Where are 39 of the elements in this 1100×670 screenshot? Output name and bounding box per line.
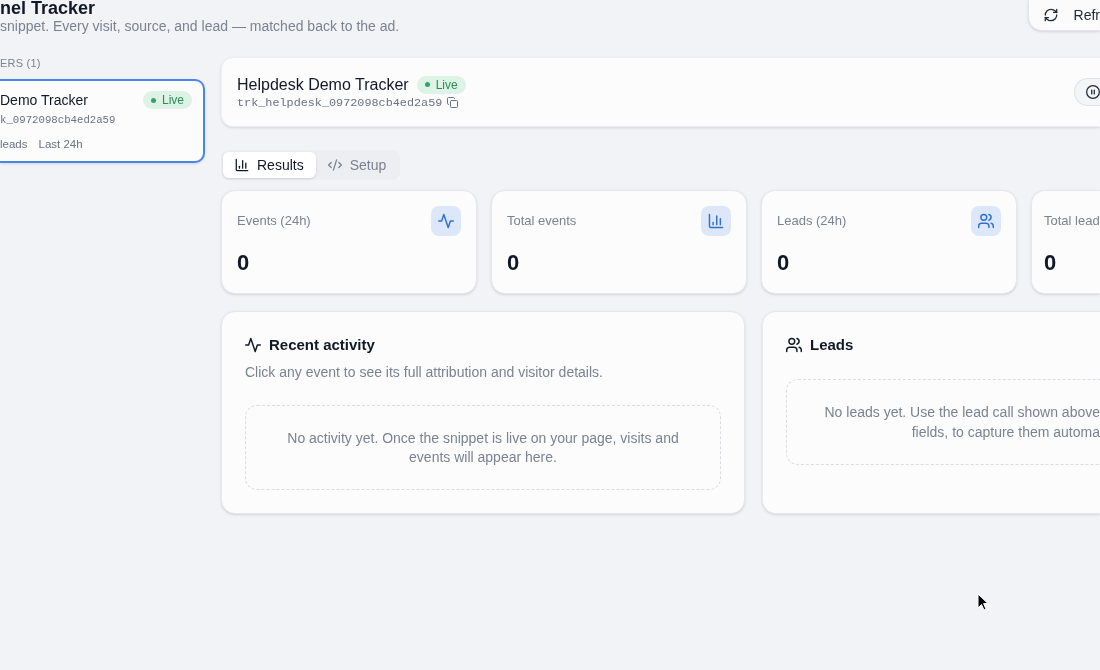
stat-value: 0 [1044, 250, 1058, 276]
stat-label: Leads (24h) [777, 213, 847, 229]
refresh-button[interactable]: Refr [1027, 0, 1100, 31]
tracker-stat: leads [0, 137, 28, 151]
tracker-title: Helpdesk Demo Tracker [237, 74, 409, 95]
bar-chart-icon [701, 206, 731, 236]
status-text: Live [162, 93, 184, 107]
section-heading: ERS (1) [0, 57, 42, 69]
bar-chart-icon [235, 158, 249, 172]
page-subtitle: snippet. Every visit, source, and lead — matched back to the ad. [0, 17, 400, 35]
stat-label: Total lead [1044, 213, 1100, 229]
stat-value: 0 [237, 250, 251, 276]
tab[interactable]: Results [223, 152, 316, 178]
tracker-card[interactable]: Demo Tracker Live k_0972098cb4ed2a59 leads Last 24h [0, 79, 205, 163]
refresh-icon [1043, 8, 1058, 22]
page-title: nel Tracker [0, 0, 97, 16]
panel-title: Recent activity [269, 335, 375, 355]
empty-state-message: No activity yet. Once the snippet is live on your page, visits and events will appear here. [245, 405, 721, 490]
empty-state-message: No leads yet. Use the lead call shown above fields, to capture them automa [786, 379, 1100, 465]
cursor-icon [977, 593, 989, 611]
stat-label: Total events [507, 213, 577, 229]
pulse-icon [245, 337, 261, 353]
tracker-id: k_0972098cb4ed2a59 [0, 113, 117, 127]
tracker-name: Demo Tracker [0, 91, 88, 110]
panel-title: Leads [810, 335, 854, 355]
pause-button[interactable] [1074, 78, 1100, 106]
pulse-icon [431, 206, 461, 236]
users-icon [786, 337, 802, 353]
stat-label: Events (24h) [237, 213, 311, 229]
copy-icon[interactable] [447, 97, 459, 108]
tracker-id: trk_helpdesk_0972098cb4ed2a59 [237, 95, 443, 110]
panel-description: Click any event to see its full attribution and visitor details. [245, 363, 604, 382]
stat-value: 0 [777, 250, 791, 276]
code-icon [327, 158, 342, 172]
status-text: Live [435, 77, 458, 92]
tracker-stat: Last 24h [38, 137, 83, 151]
pause-icon [1086, 85, 1100, 99]
stat-value: 0 [507, 250, 521, 276]
users-icon [971, 206, 1001, 236]
